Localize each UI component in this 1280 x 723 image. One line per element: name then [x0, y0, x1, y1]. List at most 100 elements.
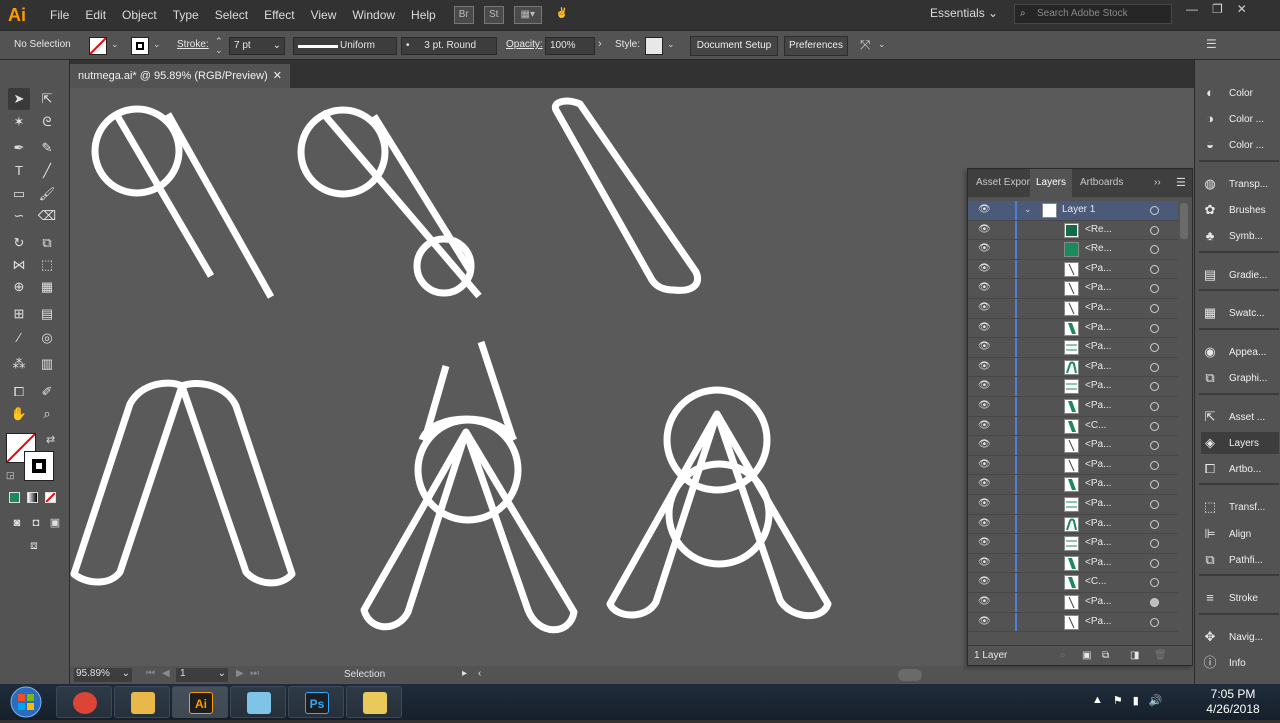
width-tool-icon[interactable]: ⋈	[8, 254, 30, 276]
eye-icon[interactable]: 👁	[978, 518, 991, 530]
target-icon[interactable]	[1150, 382, 1159, 392]
color-mode-icon[interactable]	[9, 492, 20, 503]
eye-icon[interactable]: 👁	[978, 498, 991, 510]
artboard-tool-icon[interactable]: ⧠	[8, 381, 30, 403]
gradient-tool-icon[interactable]: ▤	[36, 303, 58, 325]
eye-icon[interactable]: 👁	[978, 478, 991, 490]
dock-item[interactable]: ◐ Color	[1201, 82, 1279, 104]
action-center-icon[interactable]: ⚑	[1113, 694, 1123, 707]
artboard-field[interactable]: 1 ⌄	[176, 668, 228, 682]
target-icon[interactable]	[1150, 304, 1159, 313]
brush-definition[interactable]: • 3 pt. Round	[401, 37, 497, 55]
eye-icon[interactable]: 👁	[978, 596, 991, 608]
target-icon[interactable]	[1150, 225, 1159, 235]
zoom-tool-icon[interactable]: ⌕	[36, 403, 58, 425]
layer-row[interactable]: 👁 ⌄ Layer 1	[968, 201, 1178, 221]
restore-button[interactable]: ❐	[1212, 2, 1223, 16]
object-name[interactable]: <Pa...	[1085, 361, 1111, 372]
screen-mode-icon[interactable]: ⧈	[23, 534, 45, 556]
sublayer-row[interactable]: 👁 <Pa...	[968, 436, 1178, 456]
taskbar-notepad[interactable]	[230, 686, 286, 718]
magic-wand-tool-icon[interactable]: ✶	[8, 111, 30, 133]
object-name[interactable]: <Pa...	[1085, 537, 1111, 548]
dock-item[interactable]: ▦ Swatc...	[1201, 302, 1279, 324]
dock-item[interactable]: ⬚ Transf...	[1201, 496, 1279, 518]
object-name[interactable]: <Pa...	[1085, 498, 1111, 509]
volume-icon[interactable]: 🔊	[1149, 694, 1163, 707]
dock-item[interactable]: ⊫ Align	[1201, 523, 1279, 545]
line-segment-tool-icon[interactable]: ╱	[36, 160, 58, 182]
free-transform-tool-icon[interactable]: ⬚	[36, 254, 58, 276]
symbol-sprayer-tool-icon[interactable]: ⁂	[8, 353, 30, 375]
menu-edit[interactable]: Edit	[77, 0, 114, 30]
target-icon[interactable]	[1150, 598, 1159, 607]
stroke-label[interactable]: Stroke:	[177, 39, 209, 50]
target-icon[interactable]	[1150, 343, 1159, 353]
sublayer-row[interactable]: 👁 <Re...	[968, 240, 1178, 260]
pen-tool-icon[interactable]: ✒	[8, 137, 30, 159]
first-artboard-icon[interactable]: ⏮	[146, 668, 155, 679]
none-mode-icon[interactable]	[45, 492, 56, 503]
dock-item[interactable]: ⇱ Asset ...	[1201, 406, 1279, 428]
eye-icon[interactable]: 👁	[978, 439, 991, 451]
target-icon[interactable]	[1150, 206, 1159, 215]
object-name[interactable]: <C...	[1085, 420, 1106, 431]
target-icon[interactable]	[1150, 500, 1159, 509]
object-name[interactable]: <Pa...	[1085, 282, 1111, 293]
sublayer-row[interactable]: 👁 <Pa...	[968, 534, 1178, 554]
sublayer-row[interactable]: 👁 <Pa...	[968, 318, 1178, 339]
lasso-tool-icon[interactable]: ᘓ	[36, 111, 58, 133]
blend-tool-icon[interactable]: ◎	[36, 327, 58, 349]
eye-icon[interactable]: 👁	[978, 361, 991, 373]
sublayer-row[interactable]: 👁 <Pa...	[968, 377, 1178, 397]
mesh-tool-icon[interactable]: ⊞	[8, 303, 30, 325]
dock-item[interactable]: ◉ Appea...	[1201, 341, 1279, 363]
collapse-panel-icon[interactable]: ››	[1154, 177, 1161, 188]
eye-icon[interactable]: 👁	[978, 537, 991, 549]
scale-tool-icon[interactable]: ⧉	[36, 232, 58, 254]
eye-icon[interactable]: 👁	[978, 243, 991, 255]
stock-search-input[interactable]: ⌕ Search Adobe Stock	[1014, 4, 1172, 24]
tab-asset-export[interactable]: Asset Expor	[970, 169, 1036, 197]
chevron-down-icon[interactable]: ⌄	[153, 39, 161, 50]
eye-icon[interactable]: 👁	[978, 263, 991, 275]
new-sublayer-icon[interactable]: ⧉	[1102, 646, 1109, 666]
rotate-tool-icon[interactable]: ↻	[8, 232, 30, 254]
sublayer-row[interactable]: 👁 <Re...	[968, 220, 1178, 241]
scroll-left-icon[interactable]: ‹	[478, 668, 481, 679]
target-icon[interactable]	[1150, 519, 1159, 529]
target-icon[interactable]	[1150, 421, 1159, 431]
sublayer-row[interactable]: 👁 <Pa...	[968, 338, 1178, 358]
tab-artboards[interactable]: Artboards	[1074, 169, 1129, 197]
target-icon[interactable]	[1150, 617, 1159, 627]
zoom-field[interactable]: 95.89% ⌄	[74, 668, 132, 682]
taskbar-paint[interactable]	[346, 686, 402, 718]
taskbar-clock[interactable]: 7:05 PM 4/26/2018	[1198, 687, 1268, 717]
object-name[interactable]: <Pa...	[1085, 596, 1111, 607]
paintbrush-tool-icon[interactable]: 🖌	[36, 183, 58, 205]
sublayer-row[interactable]: 👁 <Pa...	[968, 593, 1178, 613]
delete-icon[interactable]: 🗑	[1154, 646, 1167, 666]
sublayer-row[interactable]: 👁 <Pa...	[968, 259, 1178, 280]
preferences-button[interactable]: Preferences	[784, 36, 848, 56]
last-artboard-icon[interactable]: ⏭	[250, 668, 259, 679]
sublayer-row[interactable]: 👁 <Pa...	[968, 553, 1178, 574]
show-hidden-icons[interactable]: ▲	[1092, 694, 1103, 707]
object-name[interactable]: <Pa...	[1085, 478, 1111, 489]
direct-selection-tool-icon[interactable]: ⇱	[36, 88, 58, 110]
make-clipping-mask-icon[interactable]: ▣	[1082, 646, 1091, 666]
type-tool-icon[interactable]: T	[8, 160, 30, 182]
target-icon[interactable]	[1150, 539, 1159, 549]
workspace-switcher[interactable]: Essentials ⌄	[930, 6, 998, 20]
object-name[interactable]: <Pa...	[1085, 263, 1111, 274]
menu-view[interactable]: View	[303, 0, 345, 30]
bridge-icon[interactable]: Br	[453, 6, 474, 24]
sublayer-row[interactable]: 👁 <Pa...	[968, 279, 1178, 299]
document-setup-button[interactable]: Document Setup	[690, 36, 778, 56]
layer-name[interactable]: Layer 1	[1062, 204, 1095, 215]
menu-type[interactable]: Type	[165, 0, 207, 30]
chevron-right-icon[interactable]: ›	[598, 38, 602, 50]
eye-icon[interactable]: 👁	[978, 459, 991, 471]
slice-tool-icon[interactable]: ✐	[36, 381, 58, 403]
curvature-tool-icon[interactable]: ✎	[36, 137, 58, 159]
